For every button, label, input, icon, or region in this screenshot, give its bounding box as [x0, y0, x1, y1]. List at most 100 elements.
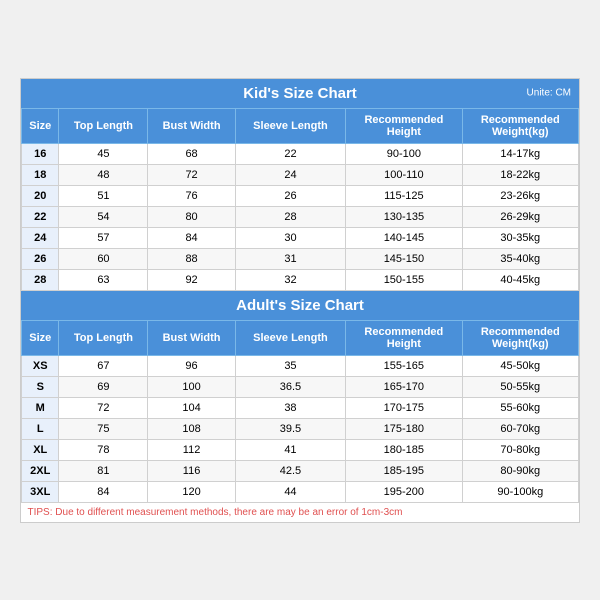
- table-cell: 22: [22, 206, 59, 227]
- table-cell: 130-135: [346, 206, 462, 227]
- adults-title-text: Adult's Size Chart: [236, 297, 364, 314]
- kids-col-rec-weight: RecommendedWeight(kg): [462, 108, 578, 143]
- table-cell: 24: [235, 164, 345, 185]
- table-cell: 68: [148, 143, 235, 164]
- table-cell: 72: [148, 164, 235, 185]
- table-cell: 54: [59, 206, 148, 227]
- table-cell: 35: [235, 355, 345, 376]
- table-cell: 185-195: [346, 460, 462, 481]
- table-cell: 42.5: [235, 460, 345, 481]
- kids-unit-label: Unite: CM: [527, 88, 571, 99]
- tips-row: TIPS: Due to different measurement metho…: [22, 502, 579, 522]
- table-cell: 22: [235, 143, 345, 164]
- kids-col-top-length: Top Length: [59, 108, 148, 143]
- table-cell: 36.5: [235, 376, 345, 397]
- table-cell: 45-50kg: [462, 355, 578, 376]
- table-row: XL7811241180-18570-80kg: [22, 439, 579, 460]
- table-cell: 115-125: [346, 185, 462, 206]
- table-cell: 35-40kg: [462, 248, 578, 269]
- table-cell: 120: [148, 481, 235, 502]
- table-cell: 80-90kg: [462, 460, 578, 481]
- table-row: S6910036.5165-17050-55kg: [22, 376, 579, 397]
- table-cell: 100-110: [346, 164, 462, 185]
- table-cell: 165-170: [346, 376, 462, 397]
- table-cell: 48: [59, 164, 148, 185]
- table-cell: 18: [22, 164, 59, 185]
- table-row: 28639232150-15540-45kg: [22, 269, 579, 290]
- table-cell: 32: [235, 269, 345, 290]
- table-cell: 70-80kg: [462, 439, 578, 460]
- kids-col-bust-width: Bust Width: [148, 108, 235, 143]
- table-cell: 63: [59, 269, 148, 290]
- table-row: 18487224100-11018-22kg: [22, 164, 579, 185]
- table-cell: 51: [59, 185, 148, 206]
- table-cell: 28: [22, 269, 59, 290]
- table-cell: 108: [148, 418, 235, 439]
- table-cell: 38: [235, 397, 345, 418]
- table-cell: 26: [22, 248, 59, 269]
- table-cell: 50-55kg: [462, 376, 578, 397]
- table-cell: XL: [22, 439, 59, 460]
- table-cell: XS: [22, 355, 59, 376]
- table-cell: 90-100: [346, 143, 462, 164]
- adults-col-size: Size: [22, 320, 59, 355]
- table-cell: 150-155: [346, 269, 462, 290]
- table-cell: 180-185: [346, 439, 462, 460]
- table-cell: 67: [59, 355, 148, 376]
- table-cell: 195-200: [346, 481, 462, 502]
- table-cell: 23-26kg: [462, 185, 578, 206]
- table-cell: 2XL: [22, 460, 59, 481]
- adults-header-row: Size Top Length Bust Width Sleeve Length…: [22, 320, 579, 355]
- table-cell: M: [22, 397, 59, 418]
- table-row: 26608831145-15035-40kg: [22, 248, 579, 269]
- adults-table: Size Top Length Bust Width Sleeve Length…: [21, 320, 579, 522]
- table-row: XS679635155-16545-50kg: [22, 355, 579, 376]
- table-cell: 30-35kg: [462, 227, 578, 248]
- kids-col-sleeve-length: Sleeve Length: [235, 108, 345, 143]
- adults-col-rec-weight: RecommendedWeight(kg): [462, 320, 578, 355]
- table-cell: 3XL: [22, 481, 59, 502]
- table-cell: 81: [59, 460, 148, 481]
- kids-header-row: Size Top Length Bust Width Sleeve Length…: [22, 108, 579, 143]
- table-cell: 104: [148, 397, 235, 418]
- table-cell: 96: [148, 355, 235, 376]
- kids-table: Size Top Length Bust Width Sleeve Length…: [21, 108, 579, 291]
- table-cell: 92: [148, 269, 235, 290]
- table-cell: 26: [235, 185, 345, 206]
- table-row: L7510839.5175-18060-70kg: [22, 418, 579, 439]
- table-cell: 69: [59, 376, 148, 397]
- table-cell: 170-175: [346, 397, 462, 418]
- kids-section-title: Kid's Size Chart Unite: CM: [21, 79, 579, 108]
- table-cell: 75: [59, 418, 148, 439]
- table-cell: 44: [235, 481, 345, 502]
- table-cell: L: [22, 418, 59, 439]
- table-cell: 90-100kg: [462, 481, 578, 502]
- adults-col-top-length: Top Length: [59, 320, 148, 355]
- table-cell: 40-45kg: [462, 269, 578, 290]
- table-row: 22548028130-13526-29kg: [22, 206, 579, 227]
- table-cell: 100: [148, 376, 235, 397]
- table-cell: 145-150: [346, 248, 462, 269]
- adults-table-body: XS679635155-16545-50kgS6910036.5165-1705…: [22, 355, 579, 502]
- kids-col-rec-height: RecommendedHeight: [346, 108, 462, 143]
- table-cell: 24: [22, 227, 59, 248]
- table-cell: 112: [148, 439, 235, 460]
- table-cell: 155-165: [346, 355, 462, 376]
- table-cell: 18-22kg: [462, 164, 578, 185]
- kids-table-body: 1645682290-10014-17kg18487224100-11018-2…: [22, 143, 579, 290]
- table-cell: 78: [59, 439, 148, 460]
- table-cell: 84: [148, 227, 235, 248]
- adults-section-title: Adult's Size Chart: [21, 291, 579, 320]
- table-cell: 57: [59, 227, 148, 248]
- table-row: 2XL8111642.5185-19580-90kg: [22, 460, 579, 481]
- adults-col-sleeve-length: Sleeve Length: [235, 320, 345, 355]
- table-cell: 39.5: [235, 418, 345, 439]
- table-cell: 55-60kg: [462, 397, 578, 418]
- chart-container: Kid's Size Chart Unite: CM Size Top Leng…: [20, 78, 580, 523]
- adults-col-bust-width: Bust Width: [148, 320, 235, 355]
- adults-col-rec-height: RecommendedHeight: [346, 320, 462, 355]
- kids-col-size: Size: [22, 108, 59, 143]
- table-cell: 60: [59, 248, 148, 269]
- table-cell: 26-29kg: [462, 206, 578, 227]
- table-cell: 20: [22, 185, 59, 206]
